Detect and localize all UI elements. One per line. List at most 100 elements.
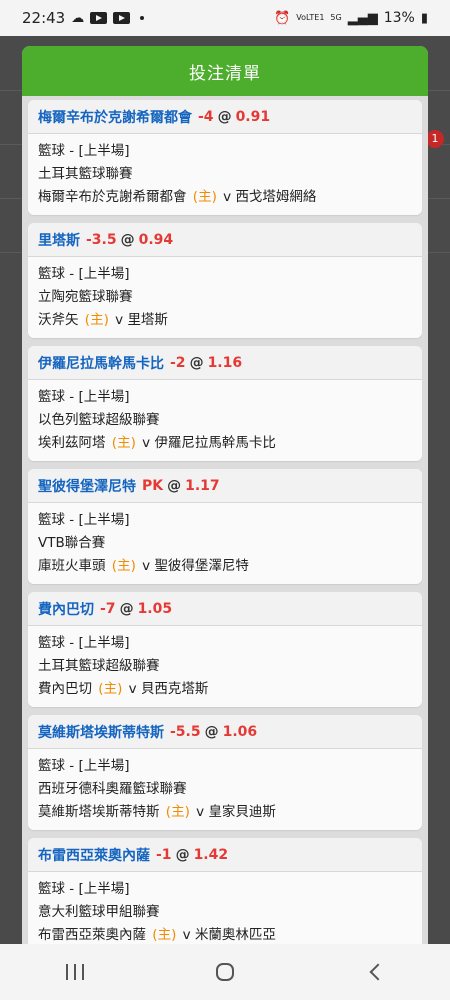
home-team: 庫班火車頭 [38,558,106,574]
bet-sport-period: 籃球 - [上半場] [38,758,130,774]
bet-card-header[interactable]: 伊羅尼拉馬幹馬卡比 -2 @1.16 [28,346,422,380]
away-team: 西戈塔姆網絡 [235,189,317,205]
bet-selection: 聖彼得堡澤尼特 [38,478,136,495]
bet-odds: 1.17 [185,477,220,494]
bet-odds: 0.94 [138,231,174,248]
bet-league: 西班牙德科奧羅籃球聯賽 [38,781,187,797]
versus-label: v [182,927,191,943]
home-button[interactable] [195,952,255,992]
bet-sport-period: 籃球 - [上半場] [38,266,130,282]
status-time: 22:43 [22,9,66,27]
notification-badge: 1 [426,130,444,148]
cloud-icon: ☁ [71,10,85,26]
recent-apps-icon [66,964,84,980]
bet-card-body: 籃球 - [上半場] 土耳其籃球聯賽 梅爾辛布於克謝希爾都會 (主) v 西戈塔姆網… [28,134,422,215]
bet-line: -7 [100,600,116,617]
home-marker: (主) [152,927,177,943]
bet-match: 梅爾辛布於克謝希爾都會 (主) v 西戈塔姆網絡 [38,186,412,209]
bet-card-header[interactable]: 梅爾辛布於克謝希爾都會 -4 @0.91 [28,100,422,134]
home-icon [216,963,234,981]
bet-card-body: 籃球 - [上半場] 西班牙德科奧羅籃球聯賽 莫維斯塔埃斯蒂特斯 (主) v 皇家貝… [28,749,422,830]
away-team: 伊羅尼拉馬幹馬卡比 [154,435,276,451]
away-team: 貝西克塔斯 [140,681,209,697]
away-team: 米蘭奧林匹亞 [194,927,276,943]
network-type: 5G [330,13,342,22]
home-team: 沃斧矢 [38,312,79,328]
away-team: 里塔斯 [127,312,168,328]
bet-match: 埃利茲阿塔 (主) v 伊羅尼拉馬幹馬卡比 [38,432,412,455]
back-icon [369,963,387,981]
bet-card-header[interactable]: 里塔斯 -3.5 @0.94 [28,223,422,257]
home-team: 梅爾辛布於克謝希爾都會 [38,189,187,205]
home-marker: (主) [111,435,136,451]
bet-card[interactable]: 布雷西亞萊奧內薩 -1 @1.42 籃球 - [上半場] 意大利籃球甲組聯賽 布雷西亞萊奧… [28,838,422,944]
bet-card-header[interactable]: 費內巴切 -7 @1.05 [28,592,422,626]
bet-card-body: 籃球 - [上半場] 以色列籃球超級聯賽埃利茲阿塔 (主) v 伊羅尼拉馬幹馬卡比 [28,380,422,461]
bet-at-symbol: @ [175,846,190,863]
home-team: 莫維斯塔埃斯蒂特斯 [38,804,160,820]
bet-card[interactable]: 費內巴切 -7 @1.05 籃球 - [上半場] 土耳其籃球超級聯賽費內巴切 (主) v… [28,592,422,707]
bet-selection: 里塔斯 [38,232,80,249]
versus-label: v [115,312,124,328]
bet-league: VTB聯合賽 [38,535,106,551]
signal-icon: ▂▄▆ [347,10,378,26]
bet-line: -3.5 [86,231,117,248]
bet-card-header[interactable]: 莫維斯塔埃斯蒂特斯 -5.5 @1.06 [28,715,422,749]
bet-sport-period: 籃球 - [上半場] [38,635,130,651]
bet-league: 以色列籃球超級聯賽 [38,412,160,428]
bet-at-symbol: @ [217,108,232,125]
bet-match: 沃斧矢 (主) v 里塔斯 [38,309,412,332]
bet-at-symbol: @ [189,354,204,371]
bet-card-body: 籃球 - [上半場] 意大利籃球甲組聯賽 布雷西亞萊奧內薩 (主) v 米蘭奧林匹亞 [28,872,422,944]
versus-label: v [196,804,205,820]
bet-card-body: 籃球 - [上半場] 立陶宛籃球聯賽 沃斧矢 (主) v 里塔斯 [28,257,422,338]
bet-card[interactable]: 梅爾辛布於克謝希爾都會 -4 @0.91 籃球 - [上半場] 土耳其籃球聯賽 梅爾辛布於… [28,100,422,215]
modal-title: 投注清單 [189,63,261,84]
bet-selection: 布雷西亞萊奧內薩 [38,847,150,864]
bet-card[interactable]: 莫維斯塔埃斯蒂特斯 -5.5 @1.06 籃球 - [上半場] 西班牙德科奧羅籃球聯賽莫… [28,715,422,830]
versus-label: v [142,558,151,574]
bet-line: -1 [156,846,172,863]
away-team: 皇家貝迪斯 [208,804,276,820]
home-marker: (主) [111,558,136,574]
bet-card-header[interactable]: 布雷西亞萊奧內薩 -1 @1.42 [28,838,422,872]
battery-icon: ▮ [420,10,428,26]
bet-league: 土耳其籃球超級聯賽 [38,658,160,674]
recent-apps-button[interactable] [45,952,105,992]
bet-match: 費內巴切 (主) v 貝西克塔斯 [38,678,412,701]
bet-slip-modal: 投注清單 梅爾辛布於克謝希爾都會 -4 @0.91 籃球 - [上半場] 土耳其籃球聯賽… [22,46,428,944]
youtube-icon-2 [113,12,131,24]
away-team: 聖彼得堡澤尼特 [154,558,249,574]
bet-line: PK [142,477,164,494]
bet-match: 布雷西亞萊奧內薩 (主) v 米蘭奧林匹亞 [38,924,412,944]
home-marker: (主) [192,189,217,205]
bet-card-header[interactable]: 聖彼得堡澤尼特 PK @1.17 [28,469,422,503]
bet-selection: 梅爾辛布於克謝希爾都會 [38,109,192,126]
more-notifications-icon [140,16,145,20]
back-button[interactable] [345,952,405,992]
bet-at-symbol: @ [204,723,219,740]
bet-odds: 1.16 [207,354,243,371]
bet-odds: 1.06 [222,723,258,740]
bet-line: -2 [170,354,186,371]
bet-at-symbol: @ [119,600,134,617]
bet-league: 立陶宛籃球聯賽 [38,289,133,305]
home-marker: (主) [165,804,190,820]
bet-list: 梅爾辛布於克謝希爾都會 -4 @0.91 籃球 - [上半場] 土耳其籃球聯賽 梅爾辛布於… [22,96,428,944]
bet-at-symbol: @ [167,477,182,494]
navigation-bar [0,944,450,1000]
bet-card-body: 籃球 - [上半場] VTB聯合賽 庫班火車頭 (主) v 聖彼得堡澤尼特 [28,503,422,584]
home-marker: (主) [84,312,109,328]
versus-label: v [128,681,137,697]
bet-sport-period: 籃球 - [上半場] [38,512,130,528]
bet-line: -5.5 [170,723,201,740]
bet-card[interactable]: 里塔斯 -3.5 @0.94 籃球 - [上半場] 立陶宛籃球聯賽 沃斧矢 (主) v 里… [28,223,422,338]
bet-card[interactable]: 伊羅尼拉馬幹馬卡比 -2 @1.16 籃球 - [上半場] 以色列籃球超級聯賽 埃利茲阿塔… [28,346,422,461]
bet-card[interactable]: 聖彼得堡澤尼特 PK @1.17 籃球 - [上半場] VTB聯合賽庫班火車頭 (主) … [28,469,422,584]
status-bar: 22:43 ☁ ⏰ VoLTE1 5G ▂▄▆ 13% ▮ [0,0,450,36]
bet-match: 莫維斯塔埃斯蒂特斯 (主) v 皇家貝迪斯 [38,801,412,824]
versus-label: v [142,435,151,451]
bet-sport-period: 籃球 - [上半場] [38,389,130,405]
bet-match: 庫班火車頭 (主) v 聖彼得堡澤尼特 [38,555,412,578]
bet-line: -4 [198,108,214,125]
